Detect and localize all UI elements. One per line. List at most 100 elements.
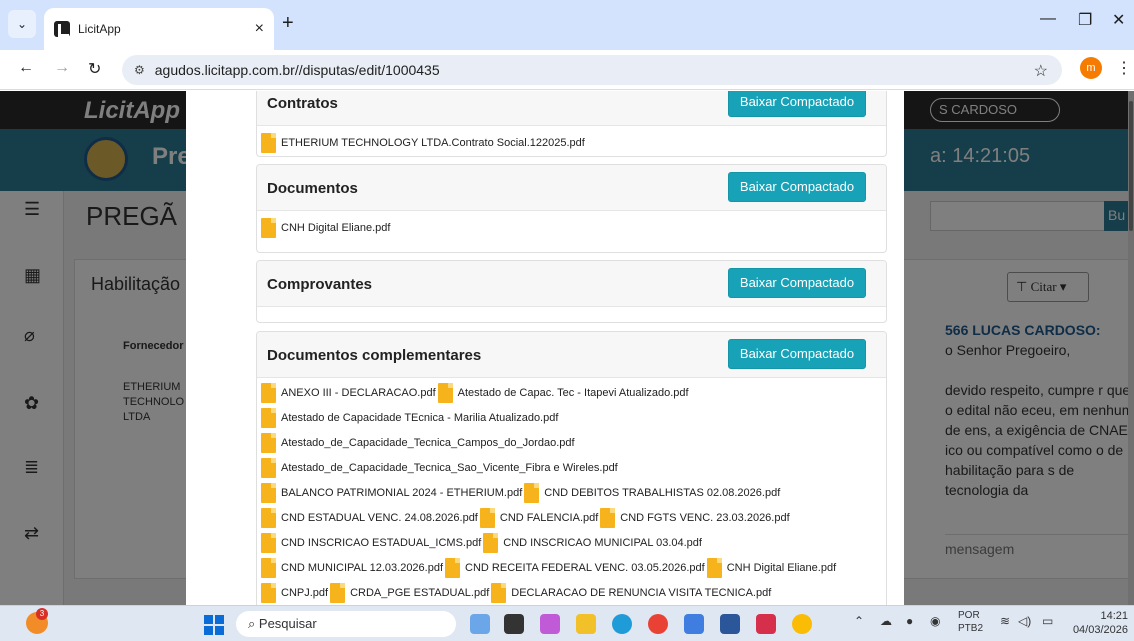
file-item[interactable]: Atestado de Capacidade TEcnica - Marilia… (261, 406, 558, 430)
file-link[interactable]: BALANCO PATRIMONIAL 2024 - ETHERIUM.pdf (281, 487, 522, 499)
file-item[interactable]: ETHERIUM TECHNOLOGY LTDA.Contrato Social… (261, 131, 585, 155)
file-link[interactable]: CND DEBITOS TRABALHISTAS 02.08.2026.pdf (544, 487, 780, 499)
store-icon[interactable] (684, 614, 704, 634)
file-item[interactable]: CND FGTS VENC. 23.03.2026.pdf (600, 506, 790, 530)
section-documentos: Documentos Baixar Compactado CNH Digital… (256, 164, 887, 253)
taskbar-search[interactable]: ⌕ Pesquisar (236, 611, 456, 637)
url-text[interactable]: agudos.licitapp.com.br//disputas/edit/10… (155, 62, 440, 78)
file-link[interactable]: ANEXO III - DECLARACAO.pdf (281, 387, 436, 399)
copilot-app-icon[interactable] (540, 614, 560, 634)
windows-taskbar: 3 ⌕ Pesquisar ⌃ ☁ ● ◉ POR PTB2 ≋ ◁) ▭ 14… (0, 605, 1134, 641)
browser-toolbar: ← → ↻ ⚙ agudos.licitapp.com.br//disputas… (0, 50, 1134, 90)
file-item[interactable]: CND INSCRICAO MUNICIPAL 03.04.pdf (483, 531, 702, 555)
file-link[interactable]: CND INSCRICAO MUNICIPAL 03.04.pdf (503, 537, 702, 549)
forward-arrow-icon[interactable]: → (54, 59, 70, 77)
file-link[interactable]: CND INSCRICAO ESTADUAL_ICMS.pdf (281, 537, 481, 549)
browser-tab[interactable]: LicitApp × (44, 8, 274, 50)
tray-sync-icon[interactable]: ◉ (930, 614, 940, 628)
address-bar[interactable]: ⚙ agudos.licitapp.com.br//disputas/edit/… (122, 55, 1062, 85)
file-row: Atestado de Capacidade TEcnica - Marilia… (257, 405, 886, 430)
browser-menu-icon[interactable]: ⋮ (1116, 58, 1132, 78)
tab-title: LicitApp (78, 22, 121, 36)
file-link[interactable]: CND MUNICIPAL 12.03.2026.pdf (281, 562, 443, 574)
site-info-icon[interactable]: ⚙ (134, 63, 145, 77)
wps-icon[interactable] (756, 614, 776, 634)
new-tab-button[interactable]: + (282, 12, 294, 35)
bookmark-star-icon[interactable]: ☆ (1034, 61, 1048, 81)
download-zip-button[interactable]: Baixar Compactado (728, 268, 866, 298)
onedrive-icon[interactable]: ☁ (880, 614, 892, 628)
file-link[interactable]: CNH Digital Eliane.pdf (727, 562, 836, 574)
tab-close-icon[interactable]: × (255, 20, 264, 38)
volume-icon[interactable]: ◁) (1018, 614, 1031, 628)
file-explorer-icon[interactable] (576, 614, 596, 634)
file-item[interactable]: CND RECEITA FEDERAL VENC. 03.05.2026.pdf (445, 556, 705, 580)
file-item[interactable]: CND DEBITOS TRABALHISTAS 02.08.2026.pdf (524, 481, 780, 505)
windows-start-icon[interactable] (204, 615, 224, 635)
download-zip-button[interactable]: Baixar Compactado (728, 172, 866, 202)
file-item[interactable]: CND FALENCIA.pdf (479, 506, 598, 530)
minimize-icon[interactable]: — (1040, 10, 1056, 28)
file-link[interactable]: ETHERIUM TECHNOLOGY LTDA.Contrato Social… (281, 137, 585, 149)
file-item[interactable]: CND ESTADUAL VENC. 24.08.2026.pdf (261, 506, 478, 530)
file-link[interactable]: CND FGTS VENC. 23.03.2026.pdf (620, 512, 789, 524)
reload-icon[interactable]: ↻ (88, 59, 101, 79)
tray-chevron-icon[interactable]: ⌃ (854, 614, 864, 628)
battery-icon[interactable]: ▭ (1042, 614, 1053, 628)
section-title: Documentos complementares (267, 347, 482, 364)
restore-icon[interactable]: ❐ (1078, 10, 1092, 30)
file-row: Atestado_de_Capacidade_Tecnica_Campos_do… (257, 430, 886, 455)
file-row: CND INSCRICAO ESTADUAL_ICMS.pdf CND INSCR… (257, 530, 886, 555)
file-item[interactable]: CRDA_PGE ESTADUAL.pdf (330, 581, 489, 605)
tray-app-icon[interactable]: ● (906, 614, 913, 628)
file-link[interactable]: CND RECEITA FEDERAL VENC. 03.05.2026.pdf (465, 562, 705, 574)
pdf-file-icon (479, 508, 495, 528)
back-arrow-icon[interactable]: ← (18, 59, 34, 77)
input-language[interactable]: POR PTB2 (958, 609, 983, 635)
file-link[interactable]: CRDA_PGE ESTADUAL.pdf (350, 587, 489, 599)
chrome-profile-icon[interactable] (792, 614, 812, 634)
download-zip-button[interactable]: Baixar Compactado (728, 339, 866, 369)
close-window-icon[interactable]: ✕ (1112, 10, 1125, 30)
pdf-file-icon (706, 558, 722, 578)
wifi-icon[interactable]: ≋ (1000, 614, 1010, 628)
download-zip-button[interactable]: Baixar Compactado (728, 91, 866, 117)
profile-avatar[interactable]: m (1080, 57, 1102, 79)
system-clock[interactable]: 14:21 04/03/2026 (1068, 609, 1128, 637)
file-item[interactable]: DECLARACAO DE RENUNCIA VISITA TECNICA.pd… (491, 581, 771, 605)
file-item[interactable]: CNH Digital Eliane.pdf (706, 556, 836, 580)
chrome-icon[interactable] (648, 614, 668, 634)
file-item[interactable]: CNH Digital Eliane.pdf (261, 216, 390, 240)
file-item[interactable]: CNPJ.pdf (261, 581, 328, 605)
file-link[interactable]: CND FALENCIA.pdf (500, 512, 598, 524)
tab-search-icon[interactable]: ⌄ (8, 10, 36, 38)
file-link[interactable]: Atestado de Capac. Tec - Itapevi Atualiz… (458, 387, 689, 399)
file-link[interactable]: Atestado de Capacidade TEcnica - Marilia… (281, 412, 558, 424)
copilot-icon[interactable] (470, 614, 490, 634)
file-link[interactable]: CNH Digital Eliane.pdf (281, 222, 390, 234)
file-item[interactable]: CND INSCRICAO ESTADUAL_ICMS.pdf (261, 531, 481, 555)
file-link[interactable]: CNPJ.pdf (281, 587, 328, 599)
word-icon[interactable] (720, 614, 740, 634)
file-item[interactable]: Atestado de Capac. Tec - Itapevi Atualiz… (437, 381, 689, 405)
pdf-file-icon (261, 433, 276, 453)
file-link[interactable]: Atestado_de_Capacidade_Tecnica_Campos_do… (281, 437, 575, 449)
file-item[interactable]: Atestado_de_Capacidade_Tecnica_Sao_Vicen… (261, 456, 618, 480)
pdf-file-icon (437, 383, 453, 403)
file-item[interactable]: ANEXO III - DECLARACAO.pdf (261, 381, 436, 405)
file-item[interactable]: BALANCO PATRIMONIAL 2024 - ETHERIUM.pdf (261, 481, 522, 505)
task-view-icon[interactable] (504, 614, 524, 634)
pdf-file-icon (261, 458, 276, 478)
file-row: CND ESTADUAL VENC. 24.08.2026.pdf CND FAL… (257, 505, 886, 530)
file-item[interactable]: Atestado_de_Capacidade_Tecnica_Campos_do… (261, 431, 575, 455)
file-link[interactable]: DECLARACAO DE RENUNCIA VISITA TECNICA.pd… (511, 587, 771, 599)
file-item[interactable]: CND MUNICIPAL 12.03.2026.pdf (261, 556, 443, 580)
pdf-file-icon (445, 558, 461, 578)
file-row: Atestado_de_Capacidade_Tecnica_Sao_Vicen… (257, 455, 886, 480)
pdf-file-icon (261, 583, 276, 603)
edge-icon[interactable] (612, 614, 632, 634)
pdf-file-icon (600, 508, 616, 528)
file-link[interactable]: Atestado_de_Capacidade_Tecnica_Sao_Vicen… (281, 462, 618, 474)
file-link[interactable]: CND ESTADUAL VENC. 24.08.2026.pdf (281, 512, 478, 524)
pdf-file-icon (491, 583, 507, 603)
